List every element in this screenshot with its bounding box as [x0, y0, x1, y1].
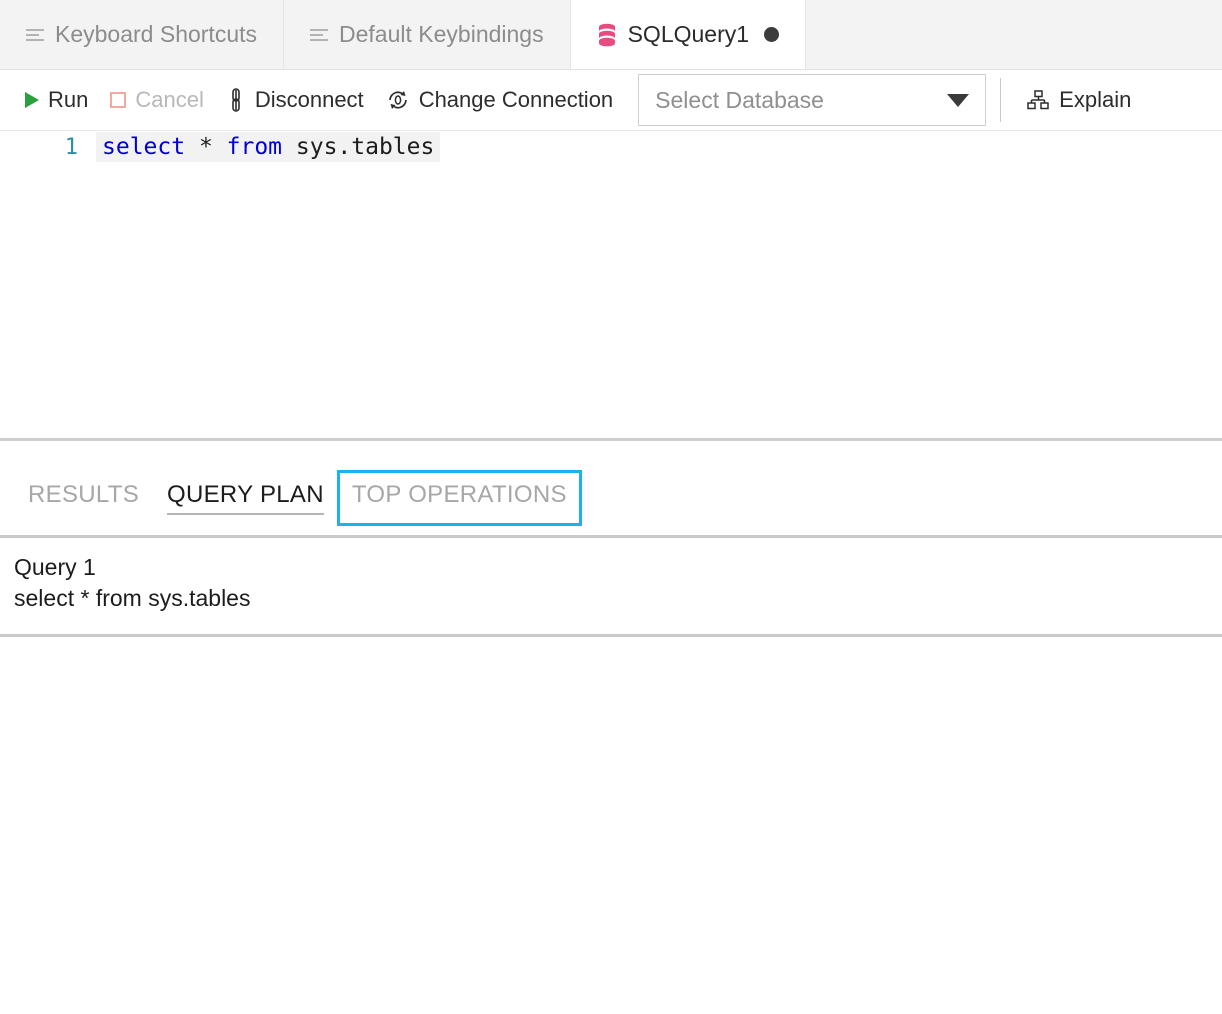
run-button[interactable]: Run — [14, 79, 99, 121]
query-plan-canvas[interactable]: SELECT Compute Scalar — [0, 637, 1222, 1014]
toolbar-divider — [1000, 78, 1001, 122]
change-connection-button[interactable]: Change Connection — [375, 79, 624, 121]
database-select-value: Select Database — [655, 87, 824, 114]
disconnect-label: Disconnect — [255, 87, 364, 113]
sql-token-keyword: from — [227, 134, 282, 160]
explain-plan-icon — [1026, 88, 1050, 112]
database-select[interactable]: Select Database — [638, 74, 986, 126]
play-icon — [25, 92, 39, 108]
tab-bar-filler — [806, 0, 1222, 69]
tab-results[interactable]: RESULTS — [14, 471, 153, 525]
sql-token-identifier: sys.tables — [282, 134, 434, 160]
lines-icon — [310, 26, 328, 44]
tab-default-keybindings[interactable]: Default Keybindings — [284, 0, 571, 69]
tab-sqlquery1[interactable]: SQLQuery1 — [571, 0, 806, 69]
results-tab-bar: RESULTS QUERY PLAN TOP OPERATIONS — [0, 441, 1222, 525]
line-number: 1 — [0, 135, 96, 160]
sql-editor[interactable]: 1 select * from sys.tables — [0, 131, 1222, 438]
cancel-button[interactable]: Cancel — [99, 79, 214, 121]
editor-line: 1 select * from sys.tables — [0, 131, 1222, 163]
query-title: Query 1 — [14, 552, 1208, 583]
run-label: Run — [48, 87, 88, 113]
tab-label: SQLQuery1 — [628, 21, 749, 48]
editor-tab-bar: Keyboard Shortcuts Default Keybindings S… — [0, 0, 1222, 70]
explain-label: Explain — [1059, 87, 1131, 113]
database-icon — [597, 23, 617, 47]
tab-top-operations[interactable]: TOP OPERATIONS — [338, 471, 581, 525]
lines-icon — [26, 26, 44, 44]
sqlops-window: Keyboard Shortcuts Default Keybindings S… — [0, 0, 1222, 1014]
tab-query-plan[interactable]: QUERY PLAN — [153, 471, 338, 525]
disconnect-button[interactable]: Disconnect — [215, 79, 375, 121]
tab-label: Default Keybindings — [339, 21, 544, 48]
unsaved-indicator-icon[interactable] — [764, 27, 779, 42]
cancel-label: Cancel — [135, 87, 203, 113]
query-sql-text: select * from sys.tables — [14, 583, 1208, 614]
sql-token-operator: * — [185, 134, 227, 160]
explain-button[interactable]: Explain — [1015, 79, 1142, 121]
change-connection-icon — [386, 88, 410, 112]
sql-code-text[interactable]: select * from sys.tables — [96, 132, 440, 162]
chevron-down-icon — [947, 94, 969, 107]
query-toolbar: Run Cancel Disconnect Change Connection — [0, 70, 1222, 131]
stop-square-icon — [110, 92, 126, 108]
tab-keyboard-shortcuts[interactable]: Keyboard Shortcuts — [0, 0, 284, 69]
change-connection-label: Change Connection — [419, 87, 613, 113]
query-header: Query 1 select * from sys.tables — [0, 538, 1222, 624]
tab-label: Keyboard Shortcuts — [55, 21, 257, 48]
sql-token-keyword: select — [102, 134, 185, 160]
disconnect-icon — [226, 88, 246, 112]
